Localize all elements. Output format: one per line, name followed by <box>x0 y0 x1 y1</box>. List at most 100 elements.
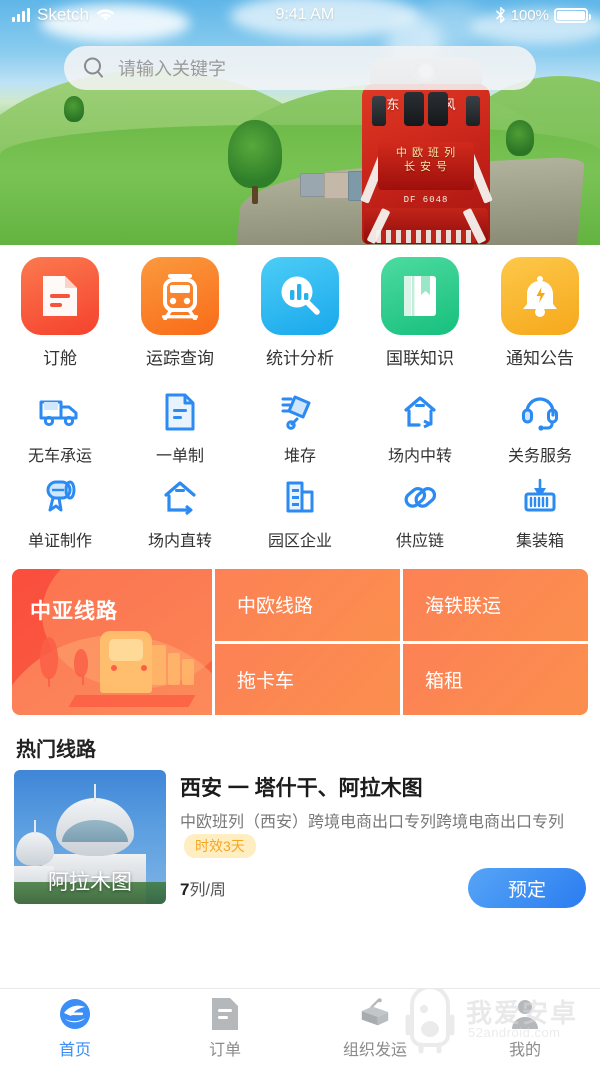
action-label: 订舱 <box>43 349 77 368</box>
tree-shape <box>40 637 58 687</box>
action-label: 国联知识 <box>386 349 454 368</box>
crane-container-icon <box>358 997 392 1031</box>
search-icon <box>84 57 103 78</box>
action-changnei-zhizhuan[interactable]: 场内直转 <box>120 476 240 551</box>
routes-grid: 中欧线路 海铁联运 拖卡车 箱租 <box>215 569 588 715</box>
action-wuche-chengyun[interactable]: 无车承运 <box>0 391 120 466</box>
tree-trunk <box>252 186 258 204</box>
book-button[interactable]: 预定 <box>468 868 586 909</box>
route-tuokache[interactable]: 拖卡车 <box>215 643 400 715</box>
truck-icon <box>37 391 83 433</box>
route-haitie[interactable]: 海铁联运 <box>403 569 588 641</box>
building-icon <box>277 476 323 518</box>
action-guolian-zhishi[interactable]: 国联知识 <box>360 257 480 369</box>
route-zhongou[interactable]: 中欧线路 <box>215 569 400 641</box>
bell-bolt-icon <box>501 257 579 335</box>
tree <box>228 120 282 188</box>
route-label: 箱租 <box>425 670 464 692</box>
hot-route-frequency: 7列/周 <box>180 876 226 900</box>
hot-routes-title: 热门线路 <box>16 739 96 761</box>
profile-icon <box>508 997 542 1031</box>
action-label: 关务服务 <box>507 448 572 465</box>
book-icon <box>381 257 459 335</box>
action-yuanqu-qiye[interactable]: 园区企业 <box>240 476 360 551</box>
action-label: 统计分析 <box>266 349 334 368</box>
carrier-label: Sketch <box>37 5 89 24</box>
tab-label: 组织发运 <box>342 1041 407 1059</box>
locomotive-window <box>428 92 448 126</box>
action-tongji-fenxi[interactable]: 统计分析 <box>240 257 360 369</box>
hot-route-info: 西安 一 塔什干、阿拉木图 中欧班列（西安）跨境电商出口专列跨境电商出口专列时效… <box>180 770 586 909</box>
wifi-icon <box>96 9 115 21</box>
container-icon <box>517 476 563 518</box>
status-bar: Sketch 9:41 AM 100% <box>0 0 600 30</box>
hand-truck-icon <box>277 391 323 433</box>
tab-profile[interactable]: 我的 <box>450 989 600 1067</box>
train-lamp <box>111 665 117 671</box>
route-label: 拖卡车 <box>237 670 295 692</box>
action-guanwu-fuwu[interactable]: 关务服务 <box>480 391 600 466</box>
yard-transfer-icon <box>397 391 443 433</box>
yard-direct-icon <box>157 476 203 518</box>
action-label: 场内直转 <box>147 533 212 550</box>
headset-icon <box>517 391 563 433</box>
tab-bar: 首页 订单 组织发运 我的 <box>0 988 600 1067</box>
action-label: 供应链 <box>395 533 444 550</box>
hot-route-card[interactable]: 阿拉木图 西安 一 塔什干、阿拉木图 中欧班列（西安）跨境电商出口专列跨境电商出… <box>0 770 600 909</box>
status-badge: 时效3天 <box>184 834 256 859</box>
mosque-spire <box>94 784 96 802</box>
action-jizhuangxiang[interactable]: 集装箱 <box>480 476 600 551</box>
tab-label: 订单 <box>208 1041 241 1059</box>
wagon <box>300 173 326 197</box>
mosque-spire <box>34 820 36 834</box>
hot-route-bottom: 7列/周 预定 <box>180 868 586 909</box>
action-label: 无车承运 <box>27 448 92 465</box>
tab-organize-shipping[interactable]: 组织发运 <box>300 989 450 1067</box>
action-gongyinglian[interactable]: 供应链 <box>360 476 480 551</box>
routes-panel: 中亚线路 中欧线路 海铁联运 拖卡车 箱租 <box>12 569 588 715</box>
action-label: 园区企业 <box>267 533 332 550</box>
action-changnei-zhongzhuan[interactable]: 场内中转 <box>360 391 480 466</box>
wagon <box>324 172 350 199</box>
search-placeholder: 请输入关键字 <box>118 59 226 79</box>
bluetooth-icon <box>495 7 505 23</box>
secondary-action-row-2: 单证制作 场内直转 园区企业 供应链 集装箱 <box>0 466 600 551</box>
status-bar-time: 9:41 AM <box>275 6 335 23</box>
action-label: 单证制作 <box>27 533 92 550</box>
action-duicun[interactable]: 堆存 <box>240 391 360 466</box>
secondary-action-row-1: 无车承运 一单制 堆存 场内中转 关务服务 <box>0 381 600 466</box>
locomotive-number: DF 6048 <box>403 195 449 205</box>
hot-route-title: 西安 一 塔什干、阿拉木图 <box>180 777 423 800</box>
route-xiangzu[interactable]: 箱租 <box>403 643 588 715</box>
action-label: 一单制 <box>155 448 204 465</box>
hot-route-thumb-caption: 阿拉木图 <box>48 871 132 894</box>
tab-home[interactable]: 首页 <box>0 989 150 1067</box>
route-featured-zhongya[interactable]: 中亚线路 <box>12 569 212 715</box>
action-label: 堆存 <box>283 448 316 465</box>
document-icon <box>21 257 99 335</box>
chain-link-icon <box>397 476 443 518</box>
train-shape <box>100 631 152 693</box>
primary-action-row: 订舱 运踪查询 统计分析 国联知识 通知公告 <box>0 257 600 381</box>
locomotive-name-plate: 中 欧 班 列 长 安 号 <box>378 142 474 190</box>
train-name-line2: 长 安 号 <box>403 160 449 173</box>
tab-label: 我的 <box>508 1041 541 1059</box>
home-logo-icon <box>58 997 92 1031</box>
tab-orders[interactable]: 订单 <box>150 989 300 1067</box>
action-tongzhi-gonggao[interactable]: 通知公告 <box>480 257 600 369</box>
wagon-shape <box>168 653 180 685</box>
single-document-icon <box>157 391 203 433</box>
tab-label: 首页 <box>58 1041 91 1059</box>
action-danzheng-zhizuo[interactable]: 单证制作 <box>0 476 120 551</box>
tree <box>64 96 84 122</box>
action-yidanzhi[interactable]: 一单制 <box>120 391 240 466</box>
action-yunzong-chaxun[interactable]: 运踪查询 <box>120 257 240 369</box>
search-input[interactable]: 请输入关键字 <box>64 46 536 90</box>
action-grid: 订舱 运踪查询 统计分析 国联知识 通知公告 无车承运 一单制 堆存 场内中转 … <box>0 245 600 559</box>
route-label: 中欧线路 <box>237 596 314 618</box>
train-lamp <box>141 665 147 671</box>
action-dingcang[interactable]: 订舱 <box>0 257 120 369</box>
route-featured-label: 中亚线路 <box>30 600 118 623</box>
tree <box>506 120 534 156</box>
action-label: 通知公告 <box>506 349 574 368</box>
